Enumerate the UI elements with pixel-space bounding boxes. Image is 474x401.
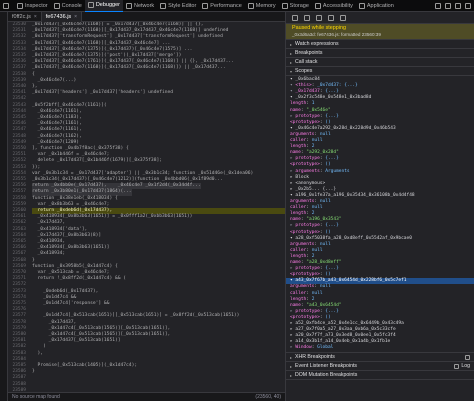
close-icon[interactable]	[465, 2, 471, 9]
error-count-icon[interactable]	[435, 2, 441, 9]
application-icon	[358, 2, 365, 9]
section-label: Scopes	[295, 68, 313, 74]
memory-icon	[247, 2, 254, 9]
responsive-design-icon[interactable]	[445, 2, 451, 9]
code-line[interactable]: ),	[32, 351, 44, 357]
section-label: XHR Breakpoints	[295, 354, 335, 360]
section-event-listener-breakpoints[interactable]: ▸ Event Listener Breakpoints Log	[286, 362, 474, 371]
section-call-stack[interactable]: ▸ Call stack	[286, 58, 474, 67]
tab-label: Style Editor	[168, 2, 197, 9]
section-label: Breakpoints	[295, 50, 323, 56]
debugger-icon	[87, 2, 94, 8]
console-icon	[53, 2, 60, 9]
sources-sidebar-collapsed[interactable]	[0, 12, 8, 401]
log-checkbox[interactable]	[454, 363, 460, 369]
source-map-status[interactable]: No source map found	[12, 394, 60, 400]
performance-icon	[202, 2, 209, 9]
expanded-icon: ▾	[290, 68, 293, 74]
more-options-icon[interactable]	[455, 2, 461, 9]
code-line[interactable]: }	[32, 369, 35, 375]
cursor-position: (23560, 40)	[255, 394, 281, 400]
step-over-icon[interactable]	[304, 14, 310, 21]
tab-inspector[interactable]: Inspector	[14, 0, 51, 12]
file-tab-label: f0ff2c.js	[12, 13, 31, 20]
debugger-controls	[286, 12, 474, 24]
file-tab-active[interactable]: fe67436.js ×	[41, 11, 83, 22]
tab-label: Console	[61, 2, 82, 9]
section-breakpoints[interactable]: ▸ Breakpoints	[286, 49, 474, 58]
tab-label: Performance	[210, 2, 242, 9]
code-line[interactable]: _0x17d437[_0x46c4e7(1168)](_0x17d437[_0x…	[32, 65, 226, 71]
debugger-sidebar: Paused while stepping _0x3d6a3d: fe67436…	[285, 12, 474, 401]
collapsed-icon: ▸	[290, 41, 293, 47]
code-line[interactable]: _0x46c4e7(...)	[32, 78, 77, 84]
pick-element-icon	[3, 2, 9, 9]
step-in-icon[interactable]	[316, 14, 322, 21]
code-line[interactable]: return !_0x8ff2d(_0x1d47c4) && (	[32, 276, 127, 282]
section-label: Watch expressions	[295, 41, 339, 47]
tab-storage[interactable]: Storage	[279, 0, 312, 12]
file-tab[interactable]: f0ff2c.js ×	[8, 11, 42, 22]
paused-banner: Paused while stepping _0x3d6a3d: fe67436…	[286, 24, 474, 40]
pause-icon[interactable]	[292, 14, 298, 21]
tab-console[interactable]: Console	[51, 0, 85, 12]
step-out-icon[interactable]	[328, 14, 334, 21]
code-line[interactable]: delete _0x17d437[_0x1b446f(1679)][_0x375…	[32, 158, 162, 164]
code-editor[interactable]: 23530 23531 23532 23533 23534 23535 23536 23537…	[8, 22, 285, 392]
editor-status-bar: No source map found (23560, 40)	[8, 392, 285, 401]
code-line[interactable]: _0x418934;	[32, 251, 66, 257]
collapsed-icon: ▸	[290, 50, 293, 56]
close-tab-icon[interactable]: ×	[74, 14, 77, 20]
accessibility-icon	[314, 2, 321, 9]
code-content[interactable]: _0x17d437[_0x46c4e7(1168)] = _0x17d437[_…	[32, 22, 285, 392]
section-watch-expressions[interactable]: ▸ Watch expressions	[286, 40, 474, 49]
file-tabs: f0ff2c.js × fe67436.js ×	[8, 11, 285, 22]
tab-label: Application	[366, 2, 394, 9]
log-label: Log	[461, 363, 470, 369]
tab-memory[interactable]: Memory	[245, 0, 279, 12]
storage-icon	[281, 2, 288, 9]
collapsed-icon: ▸	[290, 363, 293, 369]
section-dom-mutation-breakpoints[interactable]: ▸ DOM Mutation Breakpoints	[286, 371, 474, 380]
tab-performance[interactable]: Performance	[199, 0, 245, 12]
collapsed-icon: ▸	[290, 354, 293, 360]
pick-element-button[interactable]	[0, 0, 14, 12]
tab-application[interactable]: Application	[356, 0, 397, 12]
tab-label: Network	[133, 2, 155, 9]
section-label: DOM Mutation Breakpoints	[295, 372, 358, 378]
tab-label: Inspector	[25, 2, 48, 9]
paused-title: Paused while stepping	[292, 25, 346, 31]
section-scopes[interactable]: ▾ Scopes	[286, 67, 474, 76]
code-line[interactable]: _0x1d47c4['response'] &&	[32, 301, 109, 307]
style-editor-icon	[160, 2, 167, 9]
tab-label: Debugger	[95, 2, 120, 8]
file-tab-label: fe67436.js	[45, 13, 72, 20]
code-line[interactable]: _0x17d437['headers'] _0x17d437['headers'…	[32, 90, 173, 96]
devtools-toolbar: Inspector Console Debugger Network Style Edi…	[0, 0, 474, 12]
section-xhr-breakpoints[interactable]: ▸ XHR Breakpoints	[286, 353, 474, 362]
code-line[interactable]: Promise[_0x513cab(1405)](_0x1d47c4);	[32, 363, 138, 369]
collapsed-icon: ▸	[290, 372, 293, 378]
line-number-gutter[interactable]: 23530 23531 23532 23533 23534 23535 23536 23537…	[8, 22, 28, 392]
collapsed-icon: ▸	[290, 59, 293, 65]
scopes-tree[interactable]: ▾ _0x6bac84 ▾ <this>: _0x7d437: {...} ▾ …	[286, 76, 474, 352]
tab-label: Storage	[289, 2, 309, 9]
network-icon	[125, 2, 132, 9]
tab-network[interactable]: Network	[123, 0, 157, 12]
tab-label: Accessibility	[322, 2, 353, 9]
log-events-toggle[interactable]: Log	[454, 363, 470, 369]
tab-style-editor[interactable]: Style Editor	[157, 0, 199, 12]
close-tab-icon[interactable]: ×	[34, 14, 37, 20]
deactivate-breakpoints-icon[interactable]	[340, 14, 346, 21]
pause-on-any-url-checkbox[interactable]	[465, 354, 470, 360]
tab-debugger[interactable]: Debugger	[84, 0, 123, 12]
paused-location[interactable]: _0x3d6a3d: fe67436.js: formatted 23560:3…	[292, 32, 468, 37]
toolbar-controls	[435, 0, 474, 12]
section-label: Call stack	[295, 59, 318, 65]
section-label: Event Listener Breakpoints	[295, 363, 358, 369]
tab-label: Memory	[255, 2, 276, 9]
tab-accessibility[interactable]: Accessibility	[312, 0, 356, 12]
inspector-icon	[17, 2, 23, 9]
scope-row[interactable]: ▸ Window: Global	[286, 345, 474, 351]
